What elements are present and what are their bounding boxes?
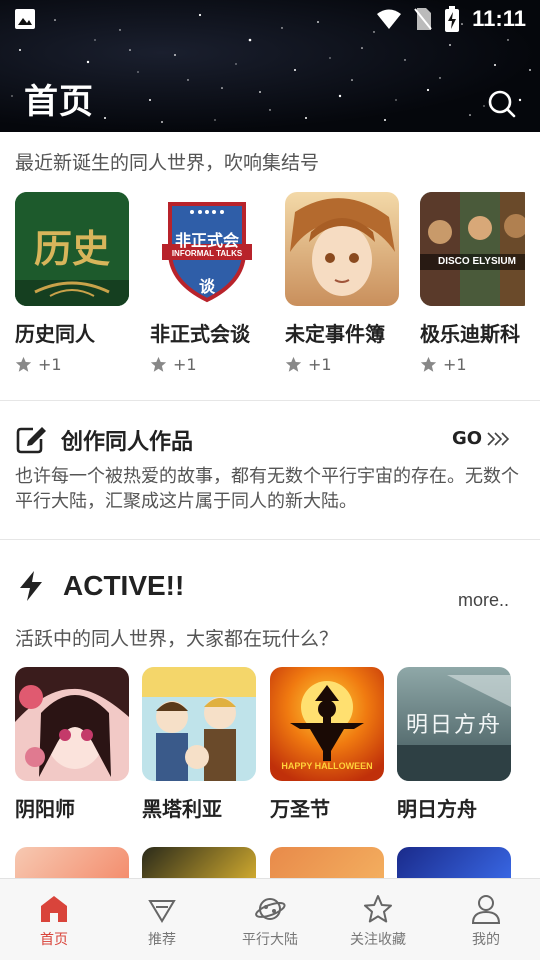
active-thumbnail[interactable]	[15, 847, 129, 878]
world-name: 未定事件簿	[285, 322, 385, 346]
user-icon	[471, 895, 501, 924]
history-cover-text: 历史	[33, 226, 110, 271]
nav-item-recommend[interactable]: 推荐	[108, 879, 216, 960]
chevrons-right-icon	[487, 431, 510, 446]
active-tagline: 活跃中的同人世界，大家都在玩什么？	[15, 628, 339, 650]
active-header: ACTIVE!!	[17, 570, 184, 602]
search-icon[interactable]	[486, 88, 516, 118]
lightning-icon	[20, 571, 42, 601]
diamond-icon	[148, 900, 176, 923]
nav-item-following[interactable]: 关注收藏	[324, 879, 432, 960]
arknights-cover-text: 明日方舟	[405, 713, 502, 738]
world-meta: +1	[150, 355, 264, 374]
world-name: 极乐迪斯科	[420, 322, 520, 346]
active-thumbnail[interactable]	[397, 847, 511, 878]
world-thumbnail: INFORMAL TALKS 非正式会谈	[150, 192, 264, 306]
nav-label: 我的	[472, 932, 500, 948]
create-title: 创作同人作品	[61, 430, 194, 455]
section-divider	[0, 400, 540, 401]
section-divider	[0, 539, 540, 540]
hetalia-cover-image	[142, 667, 256, 781]
go-label: GO	[452, 428, 483, 449]
halloween-cover-text: HAPPY HALLOWEEN	[281, 761, 373, 771]
go-button[interactable]: GO	[452, 428, 510, 449]
world-thumbnail: 历史	[15, 192, 129, 306]
active-name: 阴阳师	[15, 797, 75, 821]
no-sim-icon	[414, 8, 432, 30]
create-header: 创作同人作品	[15, 424, 193, 456]
active-card-halloween[interactable]: HAPPY HALLOWEEN 万圣节	[270, 667, 384, 822]
newborn-world-list: 历史 历史同人 +1 INFORMAL TALKS 非正式会谈 非正式会谈 +1…	[15, 192, 540, 382]
active-card-onmyoji[interactable]: 阴阳师	[15, 667, 129, 822]
world-count: +1	[38, 355, 62, 374]
star-icon	[150, 356, 167, 372]
status-clock: 11:11	[472, 6, 526, 31]
nav-item-parallel-continent[interactable]: 平行大陆	[216, 879, 324, 960]
world-card-undecided-cases[interactable]: 未定事件簿 +1	[285, 192, 399, 374]
active-name: 万圣节	[270, 797, 330, 821]
nav-item-me[interactable]: 我的	[432, 879, 540, 960]
nav-label: 平行大陆	[242, 932, 298, 948]
image-icon	[15, 9, 35, 29]
active-world-list: 阴阳师 黑塔利亚 HAPPY HALLOWEEN 万圣节 明日方舟 明日方舟	[15, 667, 540, 847]
planet-icon	[255, 898, 286, 920]
nav-label: 关注收藏	[350, 932, 406, 948]
world-meta: +1	[285, 355, 399, 374]
world-meta: +1	[420, 355, 525, 374]
world-count: +1	[308, 355, 332, 374]
world-count: +1	[443, 355, 467, 374]
home-content: 最近新诞生的同人世界，吹响集结号 历史 历史同人 +1 INFORMAL TAL…	[0, 132, 540, 878]
informal-talks-cover-text: 非正式会谈	[174, 231, 239, 296]
bottom-navigation: 首页 推荐 平行大陆 关注收藏 我的	[0, 878, 540, 960]
app-header: 11:11 首页	[0, 0, 540, 132]
active-world-list-row-2	[15, 847, 540, 878]
page-title: 首页	[24, 82, 94, 122]
star-icon	[364, 895, 392, 923]
nav-label: 首页	[40, 932, 68, 948]
onmyoji-cover-image	[15, 667, 129, 781]
active-card-hetalia[interactable]: 黑塔利亚	[142, 667, 256, 822]
world-thumbnail	[285, 192, 399, 306]
nav-item-home[interactable]: 首页	[0, 879, 108, 960]
world-count: +1	[173, 355, 197, 374]
disco-elysium-cover-text: DISCO ELYSIUM	[438, 256, 516, 267]
undecided-cases-cover-image	[285, 192, 399, 306]
active-thumbnail	[142, 667, 256, 781]
active-card-arknights[interactable]: 明日方舟 明日方舟	[397, 667, 511, 822]
active-name: 黑塔利亚	[142, 797, 222, 821]
create-section[interactable]: 创作同人作品 GO 也许每一个被热爱的故事，都有无数个平行宇宙的存在。无数个平行…	[0, 402, 540, 540]
active-thumbnail[interactable]	[142, 847, 256, 878]
battery-charging-icon	[445, 6, 460, 32]
world-thumbnail: DISCO ELYSIUM	[420, 192, 525, 306]
disco-elysium-cover-image	[420, 192, 525, 306]
active-thumbnail	[15, 667, 129, 781]
active-thumbnail[interactable]	[270, 847, 384, 878]
world-name: 历史同人	[15, 322, 95, 346]
edit-icon	[16, 427, 46, 454]
nav-label: 推荐	[148, 932, 176, 948]
newborn-tagline: 最近新诞生的同人世界，吹响集结号	[15, 152, 320, 174]
more-link[interactable]: more..	[458, 590, 509, 611]
active-thumbnail: 明日方舟	[397, 667, 511, 781]
world-card-disco-elysium[interactable]: DISCO ELYSIUM 极乐迪斯科 +1	[420, 192, 525, 374]
world-meta: +1	[15, 355, 129, 374]
wifi-icon	[377, 9, 402, 29]
create-description: 也许每一个被热爱的故事，都有无数个平行宇宙的存在。无数个平行大陆，汇聚成这片属于…	[15, 466, 519, 512]
star-icon	[15, 356, 32, 372]
star-icon	[420, 356, 437, 372]
active-title: ACTIVE!!	[63, 570, 185, 601]
status-bar: 11:11	[0, 0, 540, 38]
world-card-history[interactable]: 历史 历史同人 +1	[15, 192, 129, 374]
home-icon	[41, 896, 67, 922]
star-icon	[285, 356, 302, 372]
active-name: 明日方舟	[397, 797, 477, 821]
world-card-informal-talks[interactable]: INFORMAL TALKS 非正式会谈 非正式会谈 +1	[150, 192, 264, 374]
world-name: 非正式会谈	[150, 322, 250, 346]
active-thumbnail: HAPPY HALLOWEEN	[270, 667, 384, 781]
